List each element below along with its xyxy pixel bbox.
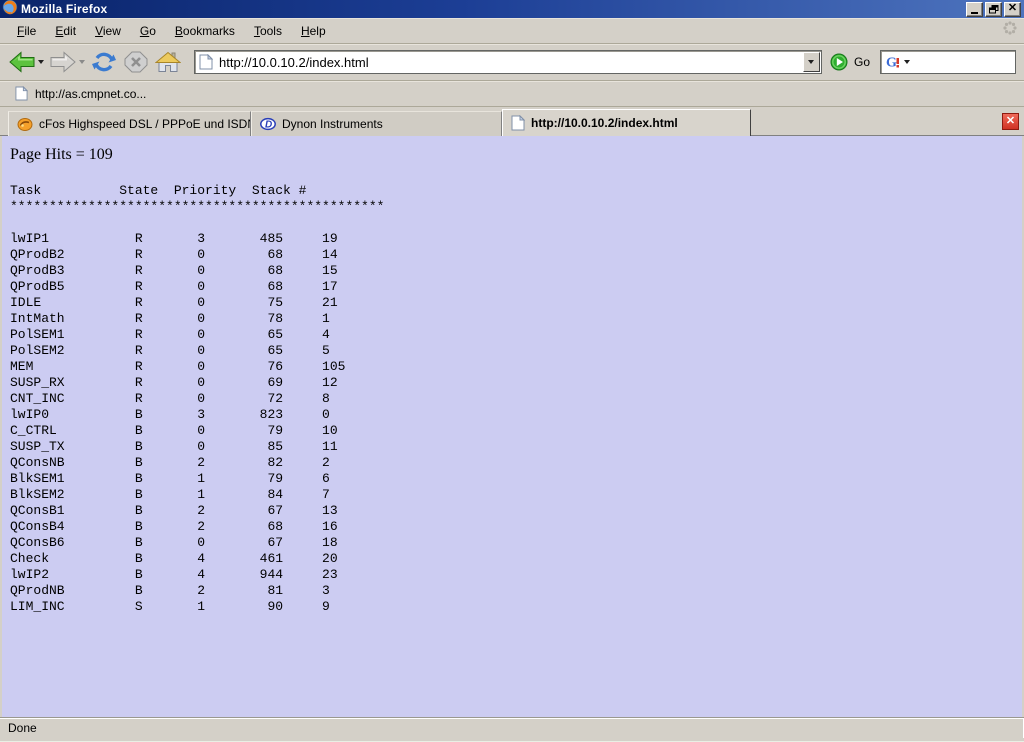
- stop-icon: [123, 50, 149, 74]
- svg-text:D: D: [265, 120, 272, 131]
- window-title: Mozilla Firefox: [21, 2, 107, 16]
- search-input[interactable]: [910, 55, 1015, 70]
- home-icon: [155, 50, 181, 74]
- go-icon: [830, 53, 848, 71]
- throbber-icon: [1002, 20, 1018, 41]
- minimize-button[interactable]: [966, 2, 983, 17]
- cfos-favicon-icon: [17, 116, 33, 132]
- reload-button[interactable]: [88, 48, 120, 76]
- google-engine-icon: G: [885, 54, 901, 70]
- close-button[interactable]: ✕: [1004, 2, 1021, 17]
- bookmarks-toolbar: http://as.cmpnet.co...: [0, 81, 1024, 107]
- tab-dynon[interactable]: D Dynon Instruments: [251, 111, 502, 136]
- stop-button[interactable]: [120, 48, 152, 76]
- tab-active-device-page[interactable]: http://10.0.10.2/index.html: [502, 109, 751, 136]
- title-bar: Mozilla Firefox ✕: [0, 0, 1024, 18]
- url-input[interactable]: [219, 53, 803, 71]
- back-arrow-icon: [9, 51, 35, 73]
- menu-edit[interactable]: Edit: [46, 20, 86, 42]
- status-bar: Done: [0, 717, 1024, 738]
- window-bottom-edge: [0, 738, 1024, 742]
- forward-button[interactable]: [47, 49, 88, 75]
- forward-dropdown-caret[interactable]: [79, 60, 85, 64]
- menu-tools[interactable]: Tools: [245, 20, 292, 42]
- page-content: Page Hits = 109 Task State Priority Stac…: [0, 136, 1024, 717]
- bookmark-item[interactable]: http://as.cmpnet.co...: [9, 84, 152, 103]
- back-dropdown-caret[interactable]: [38, 60, 44, 64]
- tab-label: http://10.0.10.2/index.html: [531, 116, 678, 130]
- menu-go[interactable]: Go: [131, 20, 166, 42]
- svg-text:G: G: [886, 56, 897, 71]
- firefox-logo-icon: [2, 0, 18, 20]
- tab-label: Dynon Instruments: [282, 117, 383, 131]
- page-hits-text: Page Hits = 109: [10, 146, 1022, 164]
- go-label: Go: [854, 55, 870, 69]
- menu-bar: File Edit View Go Bookmarks Tools Help: [0, 18, 1024, 44]
- back-button[interactable]: [6, 49, 47, 75]
- tab-bar: cFos Highspeed DSL / PPPoE und ISDN CAP.…: [0, 107, 1024, 136]
- tab-label: cFos Highspeed DSL / PPPoE und ISDN CAP.…: [39, 117, 251, 131]
- go-button[interactable]: Go: [830, 53, 870, 71]
- task-table: Task State Priority Stack # ************…: [10, 183, 1022, 615]
- bookmark-label: http://as.cmpnet.co...: [35, 87, 146, 101]
- url-dropdown-button[interactable]: [803, 52, 820, 72]
- close-tab-button[interactable]: ✕: [1002, 113, 1019, 130]
- menu-view[interactable]: View: [86, 20, 131, 42]
- search-box[interactable]: G: [880, 50, 1016, 74]
- dynon-favicon-icon: D: [260, 116, 276, 132]
- menu-bookmarks[interactable]: Bookmarks: [166, 20, 245, 42]
- restore-button[interactable]: [985, 2, 1002, 17]
- menu-help[interactable]: Help: [292, 20, 336, 42]
- navigation-toolbar: Go G: [0, 44, 1024, 81]
- reload-icon: [91, 50, 117, 74]
- browser-window: Mozilla Firefox ✕ File Edit View Go Book…: [0, 0, 1024, 742]
- status-text: Done: [8, 721, 37, 735]
- url-bar[interactable]: [194, 50, 822, 74]
- forward-arrow-icon: [50, 51, 76, 73]
- page-icon: [15, 86, 28, 101]
- page-icon: [511, 115, 525, 131]
- menu-file[interactable]: File: [8, 20, 46, 42]
- page-icon: [199, 54, 213, 70]
- tab-cfos[interactable]: cFos Highspeed DSL / PPPoE und ISDN CAP.…: [8, 111, 251, 136]
- home-button[interactable]: [152, 48, 184, 76]
